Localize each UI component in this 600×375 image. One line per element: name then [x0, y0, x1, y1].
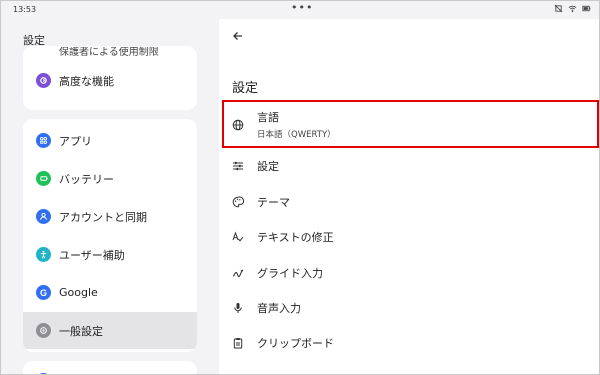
screen: 13:53 ••• 設定 保護者による使用制限 高度な機能 アプリ バッテリー …: [0, 0, 600, 375]
setting-row-preferences[interactable]: 設定: [219, 148, 599, 183]
account-icon: [36, 209, 51, 224]
palette-icon: [231, 195, 245, 209]
setting-label: 言語: [257, 111, 279, 124]
sidebar-card: 保護者による使用制限 高度な機能: [23, 46, 197, 110]
sidebar-item-accounts[interactable]: アカウントと同期: [23, 198, 197, 235]
setting-label: テーマ: [257, 195, 290, 209]
sliders-icon: [231, 159, 245, 173]
sidebar-item-label: Google: [59, 286, 98, 299]
setting-label: 設定: [257, 159, 279, 173]
setting-row-cutoff: [231, 370, 351, 374]
glide-icon: [231, 266, 245, 280]
text-correction-icon: [231, 230, 245, 244]
battery-status-icon: [582, 5, 591, 12]
google-icon: G: [36, 285, 51, 300]
multitask-dots[interactable]: •••: [291, 1, 313, 14]
accessibility-icon: [36, 247, 51, 262]
sidebar-item-advanced[interactable]: 高度な機能: [23, 62, 197, 99]
sidebar-item-label: 高度な機能: [59, 74, 114, 88]
setting-row-language[interactable]: 言語 日本語（QWERTY）: [219, 107, 599, 142]
sidebar-item-label: アプリ: [59, 134, 92, 148]
keyboard-settings-panel: 設定 言語 日本語（QWERTY） 設定 テーマ テキストの修正 グライド入力 …: [219, 19, 599, 374]
setting-row-text-correction[interactable]: テキストの修正: [219, 219, 599, 254]
wifi-icon: [568, 5, 577, 13]
sidebar-item-google[interactable]: G Google: [23, 274, 197, 311]
mute-icon: [554, 4, 563, 13]
sidebar-item-apps[interactable]: アプリ: [23, 122, 197, 159]
settings-sidebar: 設定 保護者による使用制限 高度な機能 アプリ バッテリー アカウントと同期 ユ…: [1, 19, 219, 374]
battery-icon: [36, 171, 51, 186]
general-settings-icon: [36, 323, 51, 338]
page-title: 設定: [232, 81, 259, 96]
status-bar: 13:53 •••: [1, 1, 599, 19]
sidebar-item-label: アカウントと同期: [59, 210, 147, 224]
sidebar-item-accessibility[interactable]: ユーザー補助: [23, 236, 197, 273]
setting-row-clipboard[interactable]: クリップボード: [219, 325, 599, 360]
sidebar-item-parental-controls[interactable]: 保護者による使用制限: [59, 47, 159, 58]
setting-row-voice-input[interactable]: 音声入力: [219, 290, 599, 325]
setting-label: グライド入力: [257, 266, 323, 280]
back-arrow-icon[interactable]: [230, 28, 246, 44]
sidebar-item-general-settings[interactable]: 一般設定: [23, 312, 197, 349]
apps-icon: [36, 133, 51, 148]
sidebar-item-label: ユーザー補助: [59, 248, 125, 262]
advanced-icon: [36, 73, 51, 88]
sidebar-item-battery[interactable]: バッテリー: [23, 160, 197, 197]
setting-label: クリップボード: [257, 336, 334, 350]
globe-icon: [231, 118, 245, 132]
system-icons: [554, 4, 591, 13]
setting-row-glide-typing[interactable]: グライド入力: [219, 255, 599, 290]
clipboard-icon: [231, 336, 245, 350]
sidebar-item-label: 一般設定: [59, 324, 103, 338]
setting-label: 音声入力: [257, 301, 301, 315]
status-time: 13:53: [13, 5, 37, 14]
sidebar-card: [23, 361, 197, 374]
setting-sublabel: 日本語（QWERTY）: [257, 130, 336, 140]
sidebar-item-label: バッテリー: [59, 172, 114, 186]
mic-icon: [231, 301, 245, 315]
sidebar-card: アプリ バッテリー アカウントと同期 ユーザー補助 G Google 一般設定: [23, 119, 197, 352]
setting-label: テキストの修正: [257, 230, 334, 244]
setting-row-theme[interactable]: テーマ: [219, 184, 599, 219]
